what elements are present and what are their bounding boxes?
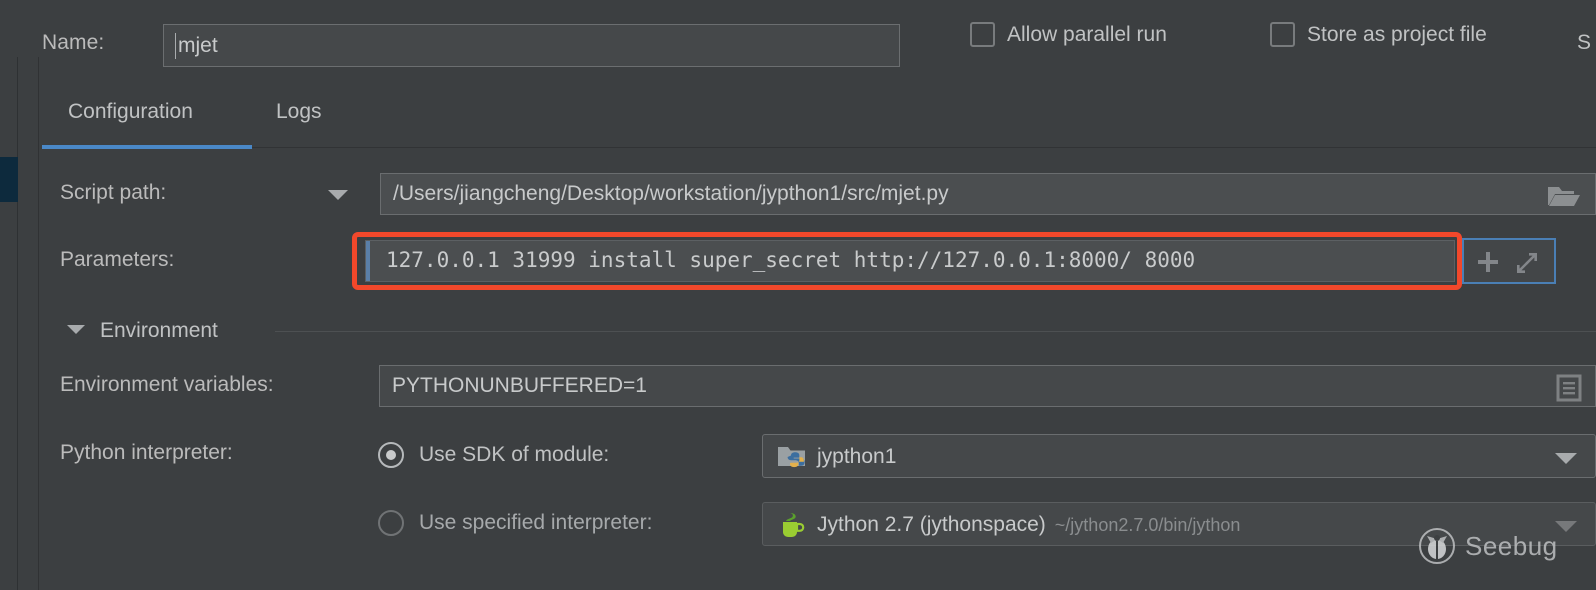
name-input-value: mjet — [178, 34, 218, 58]
left-tool-rail — [0, 57, 18, 590]
use-sdk-of-module-label: Use SDK of module: — [419, 443, 609, 467]
parameters-label: Parameters: — [60, 248, 174, 272]
text-caret — [366, 241, 370, 281]
checkbox-box-icon — [970, 22, 995, 47]
specified-interpreter-name: Jython 2.7 (jythonspace) — [817, 513, 1046, 536]
use-specified-interpreter-label: Use specified interpreter: — [419, 511, 652, 535]
tab-logs[interactable]: Logs — [276, 100, 322, 124]
environment-section-title: Environment — [100, 319, 218, 343]
clipped-text: S — [1577, 31, 1596, 55]
allow-parallel-run-label: Allow parallel run — [1007, 23, 1167, 47]
radio-use-specified-interpreter[interactable]: Use specified interpreter: — [378, 510, 652, 536]
python-interpreter-label: Python interpreter: — [60, 441, 233, 465]
store-as-project-file-checkbox[interactable]: Store as project file — [1270, 22, 1487, 47]
environment-collapse-icon[interactable] — [67, 325, 85, 334]
run-configuration-dialog: Name: mjet Allow parallel run Store as p… — [0, 0, 1596, 590]
radio-use-sdk-of-module[interactable]: Use SDK of module: — [378, 442, 609, 468]
chevron-down-icon[interactable] — [1555, 453, 1577, 464]
active-tab-indicator — [42, 145, 252, 149]
name-input[interactable]: mjet — [163, 24, 900, 67]
script-path-input[interactable]: /Users/jiangcheng/Desktop/workstation/jy… — [380, 173, 1596, 215]
name-label: Name: — [42, 31, 104, 55]
environment-variables-input[interactable]: PYTHONUNBUFFERED=1 — [379, 365, 1596, 407]
radio-button-icon[interactable] — [378, 510, 404, 536]
store-as-project-file-label: Store as project file — [1307, 23, 1487, 47]
parameters-input[interactable]: 127.0.0.1 31999 install super_secret htt… — [365, 240, 1455, 282]
triangle-down-icon[interactable] — [328, 190, 348, 200]
script-path-value: /Users/jiangcheng/Desktop/workstation/jy… — [393, 182, 949, 206]
watermark-text: Seebug — [1465, 531, 1558, 562]
sdk-module-value: jypthon1 — [817, 445, 896, 469]
specified-interpreter-path: ~/jython2.7.0/bin/jython — [1055, 515, 1241, 535]
allow-parallel-run-checkbox[interactable]: Allow parallel run — [970, 22, 1167, 47]
environment-variables-label: Environment variables: — [60, 373, 274, 397]
watermark: Seebug — [1418, 527, 1558, 565]
radio-button-icon[interactable] — [378, 442, 404, 468]
script-path-label: Script path: — [60, 181, 166, 205]
seebug-bug-icon — [1418, 527, 1456, 565]
module-python-icon — [777, 444, 809, 470]
panel-divider — [38, 57, 39, 590]
parameters-value: 127.0.0.1 31999 install super_secret htt… — [386, 248, 1195, 272]
tab-baseline — [252, 147, 1596, 148]
environment-variables-value: PYTHONUNBUFFERED=1 — [392, 374, 647, 398]
left-rail-selected-item[interactable] — [0, 157, 18, 202]
chevron-down-icon[interactable] — [1555, 521, 1577, 532]
tab-configuration[interactable]: Configuration — [68, 100, 193, 124]
expand-icon[interactable] — [1514, 250, 1540, 276]
text-caret — [175, 33, 176, 59]
plus-icon[interactable] — [1476, 250, 1500, 274]
specified-interpreter-value: Jython 2.7 (jythonspace) ~/jython2.7.0/bi… — [817, 513, 1240, 537]
sdk-module-dropdown[interactable]: jypthon1 — [762, 434, 1596, 478]
folder-icon[interactable] — [1547, 184, 1581, 208]
jython-cup-icon — [777, 511, 807, 541]
checkbox-box-icon — [1270, 22, 1295, 47]
environment-separator — [275, 331, 1596, 332]
list-edit-icon[interactable] — [1556, 374, 1582, 402]
